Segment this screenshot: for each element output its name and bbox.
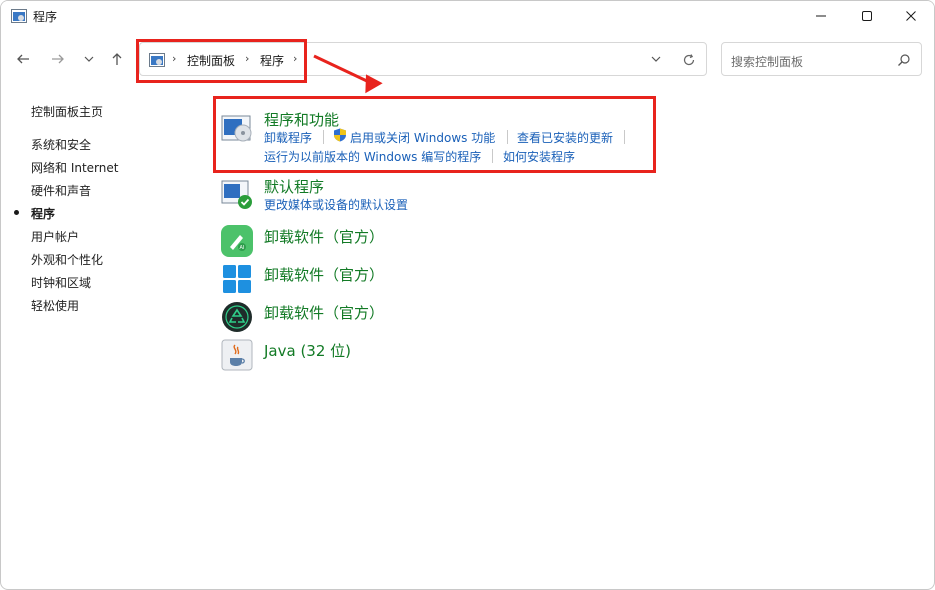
svg-text:AI: AI: [240, 245, 245, 251]
cleaner-app-icon: AI: [221, 225, 253, 257]
chevron-down-icon: [651, 56, 661, 62]
sidebar-item-clock-region[interactable]: 时钟和区域: [31, 274, 91, 291]
control-panel-window: 程序 › 控制面板 › 程序 › 搜索控制面板 控制面板主页 系统和安全 网络和…: [0, 0, 935, 590]
address-dropdown-button[interactable]: [648, 51, 664, 67]
window-title: 程序: [33, 10, 58, 24]
default-programs-title[interactable]: 默认程序: [264, 176, 324, 197]
highlight-box-address: [136, 39, 307, 83]
refresh-button[interactable]: [680, 51, 698, 69]
chevron-down-icon: [84, 56, 94, 62]
close-icon: [906, 11, 916, 21]
refresh-icon: [683, 54, 695, 66]
java-title[interactable]: Java (32 位): [264, 340, 351, 361]
title-bar: 程序: [1, 1, 934, 31]
windows-logo-icon: [223, 265, 251, 293]
sidebar-item-ease-of-access[interactable]: 轻松使用: [31, 297, 79, 314]
control-panel-icon: [11, 9, 27, 23]
uninstall-software-title-1[interactable]: 卸载软件（官方）: [264, 226, 384, 247]
sidebar-item-user-accounts[interactable]: 用户帐户: [31, 228, 79, 245]
sidebar-item-system-security[interactable]: 系统和安全: [31, 136, 91, 153]
default-programs-icon: [221, 180, 252, 209]
java-icon: [221, 339, 253, 371]
sidebar-item-network[interactable]: 网络和 Internet: [31, 159, 118, 176]
sidebar-item-programs[interactable]: 程序: [31, 205, 55, 222]
recycle-app-icon: [222, 302, 252, 332]
sidebar-item-home[interactable]: 控制面板主页: [31, 103, 103, 120]
highlight-box-programs-features: [213, 96, 656, 173]
search-icon[interactable]: [897, 53, 911, 67]
back-button[interactable]: [11, 47, 35, 71]
active-indicator-dot: [14, 210, 19, 215]
forward-button[interactable]: [46, 47, 70, 71]
uninstall-software-title-2[interactable]: 卸载软件（官方）: [264, 264, 384, 285]
close-button[interactable]: [888, 1, 934, 31]
search-input[interactable]: 搜索控制面板: [731, 53, 803, 70]
minimize-button[interactable]: [798, 1, 844, 31]
search-box[interactable]: 搜索控制面板: [721, 42, 922, 76]
maximize-button[interactable]: [844, 1, 890, 31]
up-button[interactable]: [105, 47, 129, 71]
red-arrow-annotation: [313, 54, 383, 94]
change-default-settings-link[interactable]: 更改媒体或设备的默认设置: [264, 196, 408, 213]
sidebar-item-hardware-sound[interactable]: 硬件和声音: [31, 182, 91, 199]
minimize-icon: [816, 15, 826, 17]
arrow-up-icon: [112, 53, 122, 65]
recent-locations-button[interactable]: [77, 47, 101, 71]
arrow-right-icon: [52, 54, 64, 64]
arrow-left-icon: [17, 54, 29, 64]
maximize-icon: [862, 11, 872, 21]
uninstall-software-title-3[interactable]: 卸载软件（官方）: [264, 302, 384, 323]
sidebar-item-appearance[interactable]: 外观和个性化: [31, 251, 103, 268]
